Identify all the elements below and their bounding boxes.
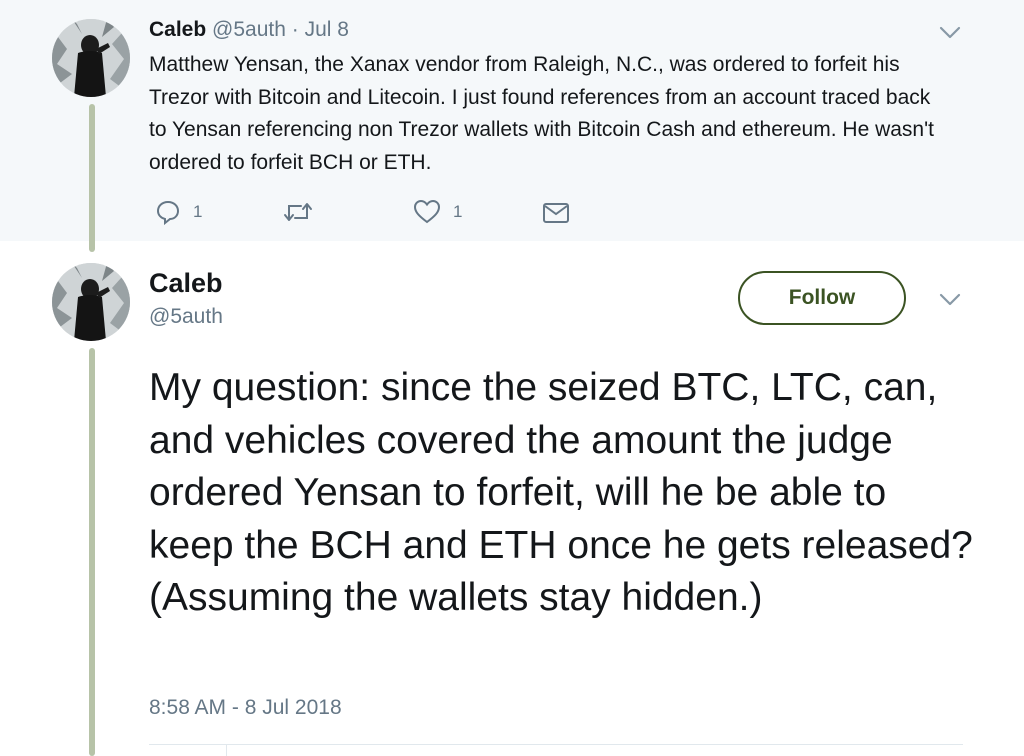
thread-line xyxy=(89,348,95,756)
tweet-date[interactable]: Jul 8 xyxy=(305,18,349,41)
author-name[interactable]: Caleb xyxy=(149,18,206,41)
retweet-button[interactable] xyxy=(283,201,325,223)
author-handle[interactable]: @5auth xyxy=(149,305,223,329)
heart-icon xyxy=(413,199,441,224)
thread-line xyxy=(89,104,95,252)
chevron-down-icon[interactable] xyxy=(939,293,961,307)
divider xyxy=(226,744,227,756)
reply-button[interactable]: 1 xyxy=(155,199,202,225)
tweet-text: My question: since the seized BTC, LTC, … xyxy=(149,366,973,619)
parent-header: Caleb @5auth · Jul 8 xyxy=(149,18,349,42)
envelope-icon xyxy=(543,203,569,223)
follow-button[interactable]: Follow xyxy=(738,271,906,325)
parent-tweet[interactable]: Caleb @5auth · Jul 8 Matthew Yensan, the… xyxy=(0,0,1024,241)
author-handle[interactable]: @5auth xyxy=(212,18,286,41)
reply-icon xyxy=(156,200,180,225)
like-count: 1 xyxy=(453,202,463,221)
avatar[interactable] xyxy=(52,263,130,341)
divider xyxy=(149,744,963,745)
tweet-timestamp[interactable]: 8:58 AM - 8 Jul 2018 xyxy=(149,696,342,720)
retweet-icon xyxy=(284,203,312,221)
author-name[interactable]: Caleb xyxy=(149,268,223,299)
like-button[interactable]: 1 xyxy=(413,199,462,225)
direct-message-button[interactable] xyxy=(542,202,570,224)
tweet-text: Matthew Yensan, the Xanax vendor from Ra… xyxy=(149,53,934,174)
separator: · xyxy=(291,18,299,41)
avatar[interactable] xyxy=(52,19,130,97)
reply-count: 1 xyxy=(193,202,203,221)
chevron-down-icon[interactable] xyxy=(939,26,961,40)
